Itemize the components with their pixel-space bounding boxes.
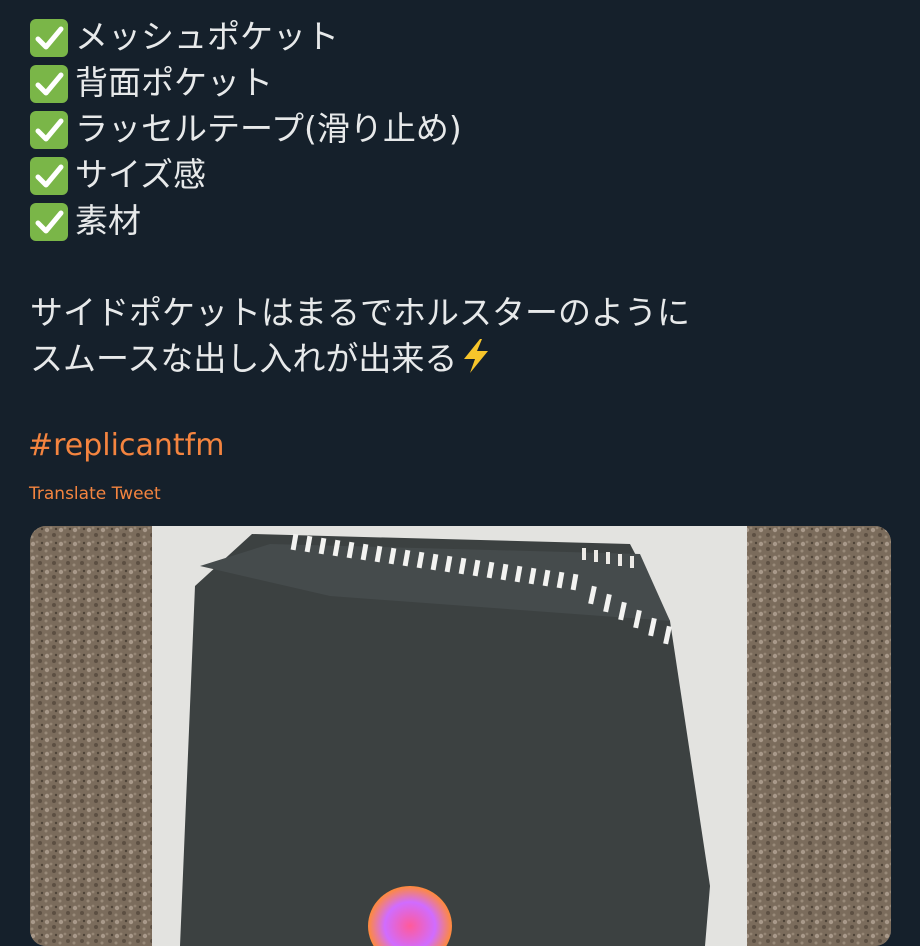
paragraph-line: サイドポケットはまるでホルスターのように — [30, 293, 690, 332]
translate-tweet-link[interactable]: Translate Tweet — [29, 484, 161, 504]
tweet-checklist: メッシュポケット 背面ポケット ラッセルテープ(滑り止め) サイズ感 素材 — [30, 14, 900, 244]
check-mark-icon — [30, 65, 68, 103]
hashtag-link[interactable]: #replicantfm — [28, 428, 224, 463]
checklist-item: 素材 — [30, 198, 900, 244]
lightning-bolt-icon — [461, 338, 491, 386]
checklist-item: メッシュポケット — [30, 14, 900, 60]
checklist-label: ラッセルテープ(滑り止め) — [75, 109, 462, 148]
checklist-item: 背面ポケット — [30, 60, 900, 106]
checklist-label: 素材 — [75, 201, 141, 240]
check-mark-icon — [30, 157, 68, 195]
checklist-item: サイズ感 — [30, 152, 900, 198]
checklist-label: メッシュポケット — [75, 17, 339, 56]
checklist-label: 背面ポケット — [75, 63, 273, 102]
check-mark-icon — [30, 111, 68, 149]
check-mark-icon — [30, 19, 68, 57]
check-mark-icon — [30, 203, 68, 241]
tweet-media-image[interactable] — [30, 526, 891, 946]
checklist-item: ラッセルテープ(滑り止め) — [30, 106, 900, 152]
paragraph-line: スムースな出し入れが出来る — [30, 336, 690, 386]
tweet-paragraph: サイドポケットはまるでホルスターのように スムースな出し入れが出来る — [30, 290, 690, 386]
checklist-label: サイズ感 — [75, 155, 207, 194]
